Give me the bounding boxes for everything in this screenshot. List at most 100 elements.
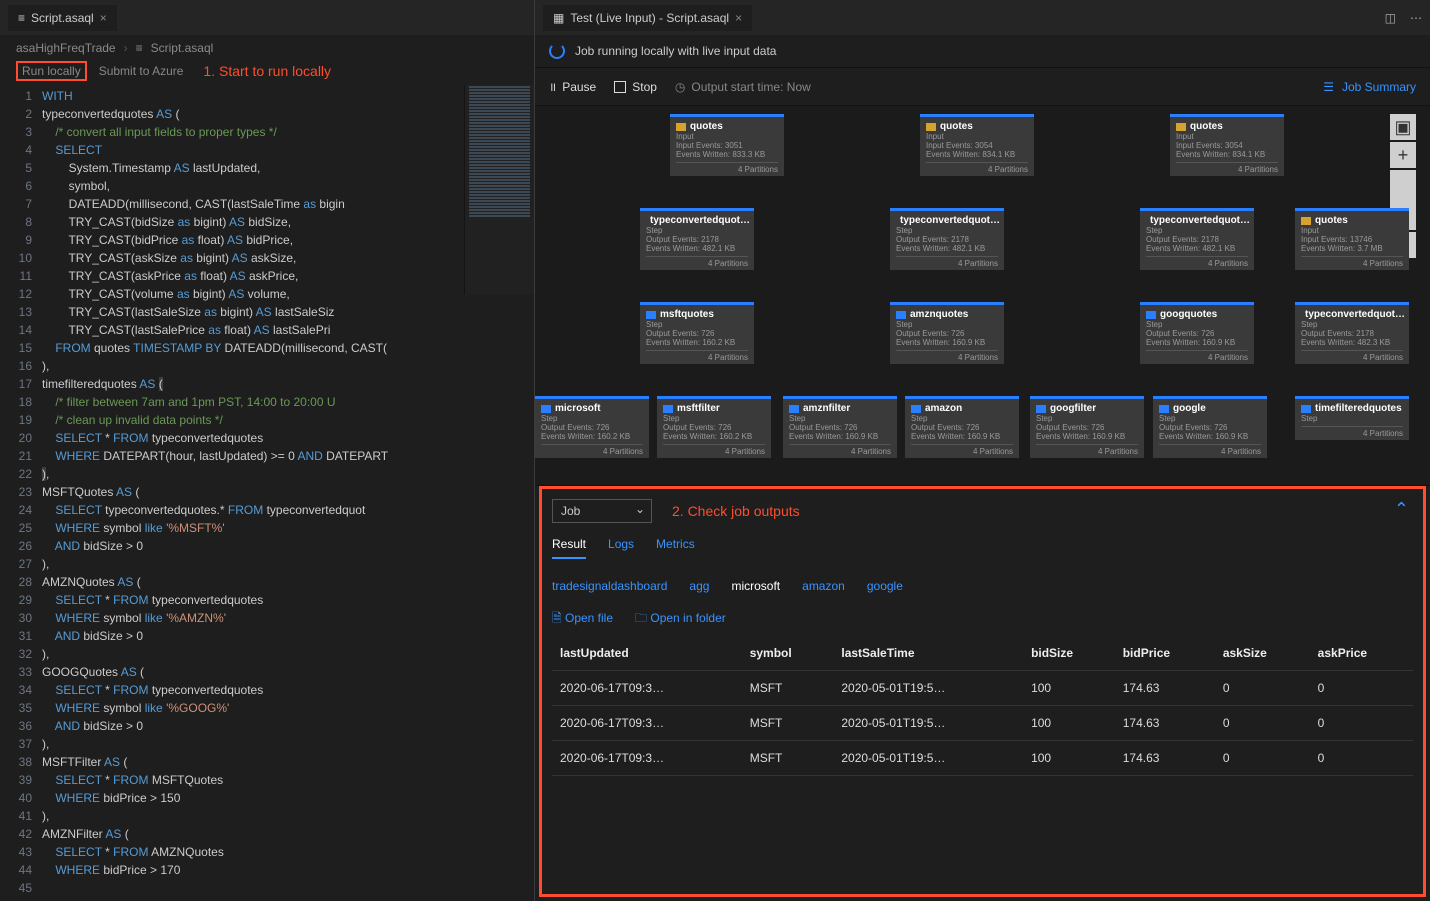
col-lastSaleTime: lastSaleTime <box>833 636 1023 671</box>
node-icon <box>1036 405 1046 413</box>
node-icon <box>789 405 799 413</box>
clock-icon: ◷ <box>675 80 685 94</box>
diagram-node[interactable]: google Step Output Events: 726Events Wri… <box>1153 396 1267 458</box>
output-tab-agg[interactable]: agg <box>689 579 709 593</box>
diagram-node[interactable]: timefilteredquotes Step 4 Partitions <box>1295 396 1409 440</box>
output-start-time: ◷Output start time: Now <box>675 80 811 94</box>
job-status-bar: Job running locally with live input data <box>535 35 1430 68</box>
node-icon <box>926 123 936 131</box>
status-text: Job running locally with live input data <box>575 44 776 58</box>
node-icon <box>1301 217 1311 225</box>
node-icon <box>1176 123 1186 131</box>
job-dropdown[interactable]: Job <box>552 499 652 523</box>
close-icon[interactable]: × <box>735 11 742 25</box>
node-icon <box>1301 405 1311 413</box>
diagram-node[interactable]: quotes Input Input Events: 3054Events Wr… <box>920 114 1034 176</box>
col-bidPrice: bidPrice <box>1115 636 1215 671</box>
tab-result[interactable]: Result <box>552 537 586 559</box>
table-header-row: lastUpdatedsymbollastSaleTimebidSizebidP… <box>552 636 1413 671</box>
col-lastUpdated: lastUpdated <box>552 636 742 671</box>
node-icon <box>1146 311 1156 319</box>
open-file-link[interactable]: 🗎 Open file <box>552 609 613 630</box>
col-askSize: askSize <box>1215 636 1310 671</box>
code-body[interactable]: WITHtypeconvertedquotes AS ( /* convert … <box>42 85 534 901</box>
diagram-node[interactable]: msftfilter Step Output Events: 726Events… <box>657 396 771 458</box>
list-icon: ☰ <box>1323 80 1334 94</box>
node-icon <box>646 311 656 319</box>
pause-button[interactable]: ॥Pause <box>549 78 596 95</box>
col-askPrice: askPrice <box>1310 636 1413 671</box>
results-pane: ▦ Test (Live Input) - Script.asaql × ◫ ⋯… <box>535 0 1430 901</box>
spinner-icon <box>549 43 565 59</box>
job-controls: ॥Pause Stop ◷Output start time: Now ☰Job… <box>535 68 1430 106</box>
diagram-node[interactable]: quotes Input Input Events: 3054Events Wr… <box>1170 114 1284 176</box>
output-tab-microsoft[interactable]: microsoft <box>731 579 780 593</box>
diagram-node[interactable]: googfilter Step Output Events: 726Events… <box>1030 396 1144 458</box>
node-icon <box>676 123 686 131</box>
annotation-2: 2. Check job outputs <box>672 503 800 519</box>
job-diagram[interactable]: ▣ + − quotes Input Input Events: 3051Eve… <box>535 106 1430 486</box>
right-tabbar: ▦ Test (Live Input) - Script.asaql × ◫ ⋯ <box>535 0 1430 35</box>
split-icon[interactable]: ◫ <box>1385 11 1396 25</box>
node-icon <box>663 405 673 413</box>
col-symbol: symbol <box>742 636 834 671</box>
job-summary-link[interactable]: ☰Job Summary <box>1323 80 1416 94</box>
diagram-node[interactable]: googquotes Step Output Events: 726Events… <box>1140 302 1254 364</box>
editor-tab[interactable]: ≡ Script.asaql × <box>8 5 117 31</box>
line-gutter: 1234567891011121314151617181920212223242… <box>0 85 42 901</box>
results-table: lastUpdatedsymbollastSaleTimebidSizebidP… <box>552 636 1413 776</box>
diagram-node[interactable]: amznquotes Step Output Events: 726Events… <box>890 302 1004 364</box>
run-locally-link[interactable]: Run locally <box>16 61 87 81</box>
close-icon[interactable]: × <box>100 11 107 25</box>
tab-title: Script.asaql <box>31 11 94 25</box>
file-icon: ≡ <box>18 11 25 25</box>
output-tab-amazon[interactable]: amazon <box>802 579 845 593</box>
pause-icon: ॥ <box>549 78 556 95</box>
result-tabs: Result Logs Metrics <box>552 527 1413 569</box>
zoom-in-icon[interactable]: + <box>1390 142 1416 168</box>
table-row[interactable]: 2020-06-17T09:3…MSFT2020-05-01T19:5…1001… <box>552 671 1413 706</box>
preview-icon: ▦ <box>553 11 564 25</box>
tab-metrics[interactable]: Metrics <box>656 537 695 559</box>
node-icon <box>1159 405 1169 413</box>
diagram-node[interactable]: msftquotes Step Output Events: 726Events… <box>640 302 754 364</box>
diagram-node[interactable]: typeconvertedquot… Step Output Events: 2… <box>640 208 754 270</box>
col-bidSize: bidSize <box>1023 636 1115 671</box>
diagram-node[interactable]: amazon Step Output Events: 726Events Wri… <box>905 396 1019 458</box>
output-tab-google[interactable]: google <box>867 579 903 593</box>
fit-icon[interactable]: ▣ <box>1390 114 1416 140</box>
diagram-node[interactable]: typeconvertedquot… Step Output Events: 2… <box>890 208 1004 270</box>
stop-button[interactable]: Stop <box>614 80 657 94</box>
table-row[interactable]: 2020-06-17T09:3…MSFT2020-05-01T19:5…1001… <box>552 706 1413 741</box>
output-tabs: tradesignaldashboard agg microsoft amazon go… <box>552 569 1413 603</box>
codelens-actions: Run locally Submit to Azure 1. Start to … <box>0 61 534 85</box>
annotation-1: 1. Start to run locally <box>203 63 331 79</box>
submit-azure-link[interactable]: Submit to Azure <box>99 64 184 78</box>
preview-title: Test (Live Input) - Script.asaql <box>570 11 729 25</box>
collapse-icon[interactable]: ⌃ <box>1394 499 1409 520</box>
code-editor[interactable]: 1234567891011121314151617181920212223242… <box>0 85 534 901</box>
breadcrumb-file[interactable]: Script.asaql <box>151 41 214 55</box>
preview-tab[interactable]: ▦ Test (Live Input) - Script.asaql × <box>543 5 752 31</box>
open-folder-link[interactable]: 🗀 Open in folder <box>635 609 726 630</box>
output-tab-tradesignaldashboard[interactable]: tradesignaldashboard <box>552 579 667 593</box>
editor-pane: ≡ Script.asaql × asaHighFreqTrade › ≡ Sc… <box>0 0 535 901</box>
breadcrumb[interactable]: asaHighFreqTrade › ≡ Script.asaql <box>0 35 534 61</box>
diagram-node[interactable]: quotes Input Input Events: 13746Events W… <box>1295 208 1409 270</box>
minimap[interactable] <box>464 85 534 295</box>
node-icon <box>541 405 551 413</box>
node-icon <box>896 311 906 319</box>
editor-tabbar: ≡ Script.asaql × <box>0 0 534 35</box>
table-row[interactable]: 2020-06-17T09:3…MSFT2020-05-01T19:5…1001… <box>552 741 1413 776</box>
diagram-node[interactable]: microsoft Step Output Events: 726Events … <box>535 396 649 458</box>
diagram-node[interactable]: quotes Input Input Events: 3051Events Wr… <box>670 114 784 176</box>
diagram-node[interactable]: typeconvertedquot… Step Output Events: 2… <box>1140 208 1254 270</box>
diagram-node[interactable]: typeconvertedquot… Step Output Events: 2… <box>1295 302 1409 364</box>
diagram-node[interactable]: amznfilter Step Output Events: 726Events… <box>783 396 897 458</box>
tab-logs[interactable]: Logs <box>608 537 634 559</box>
stop-icon <box>614 81 626 93</box>
more-icon[interactable]: ⋯ <box>1410 11 1422 25</box>
chevron-right-icon: › <box>124 41 128 55</box>
breadcrumb-root[interactable]: asaHighFreqTrade <box>16 41 116 55</box>
node-icon <box>911 405 921 413</box>
